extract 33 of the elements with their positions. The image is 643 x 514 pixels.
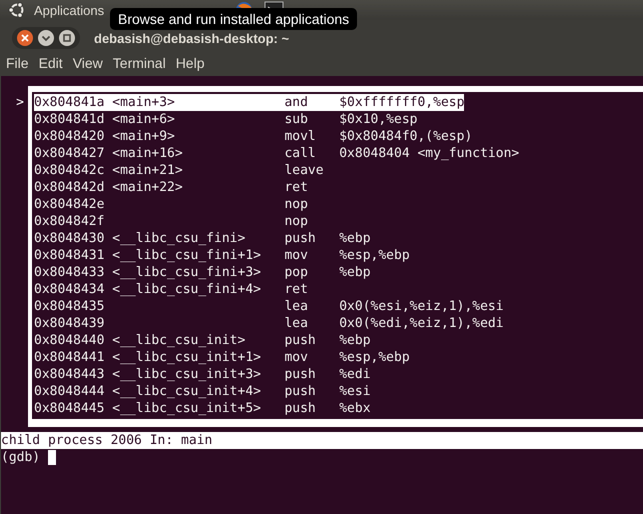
disassembly-line: 0x8048431 <__libc_csu_fini+1> mov %esp,%ebp [34,247,410,264]
gdb-prompt: (gdb) [1,449,40,466]
disassembly-line: 0x8048435 lea 0x0(%esi,%eiz,1),%esi [34,298,504,315]
disassembly-line: 0x8048439 lea 0x0(%edi,%eiz,1),%edi [34,315,504,332]
menu-item[interactable]: Help [176,55,204,71]
panel-menu[interactable]: Applications [34,2,104,18]
disassembly-line: 0x804842d <main+22> ret [34,179,309,196]
disassembly-line: 0x8048440 <__libc_csu_init> push %ebp [34,332,371,349]
disassembly-line: 0x8048427 <main+16> call 0x8048404 <my_function> [34,145,520,162]
disassembly-line: 0x8048433 <__libc_csu_fini+3> pop %ebp [34,264,371,281]
disassembly-line: 0x804842c <main+21> leave [34,162,325,179]
ubuntu-logo-icon[interactable] [8,1,26,19]
disassembly-line: 0x8048444 <__libc_csu_init+4> push %esi [34,383,371,400]
close-icon[interactable] [16,29,34,47]
minimize-icon[interactable] [37,29,55,47]
current-line-marker: > [16,95,24,110]
window-title: debasish@debasish-desktop: ~ [94,30,290,46]
disassembly-line: 0x8048420 <main+9> movl $0x80484f0,(%esp) [34,128,472,145]
text-cursor [48,450,56,465]
disassembly-line: 0x8048445 <__libc_csu_init+5> push %ebx [34,400,371,417]
disassembly-line: 0x8048443 <__libc_csu_init+3> push %edi [34,366,371,383]
menu-item[interactable]: Edit [38,55,63,71]
menu-item[interactable]: File [6,55,29,71]
maximize-icon[interactable] [58,29,76,47]
disassembly-line: 0x804842e nop [34,196,309,213]
disassembly-line: 0x8048430 <__libc_csu_fini> push %ebp [34,230,371,247]
menu-item[interactable]: Terminal [112,55,166,71]
disassembly-line: 0x8048441 <__libc_csu_init+1> mov %esp,%ebp [34,349,410,366]
disassembly-line: 0x804841d <main+6> sub $0x10,%esp [34,111,418,128]
disassembly-line: 0x804842f nop [34,213,309,230]
tooltip: Browse and run installed applications [110,8,358,30]
menu-item[interactable]: View [72,55,103,71]
disassembly-line: 0x8048434 <__libc_csu_fini+4> ret [34,281,309,298]
